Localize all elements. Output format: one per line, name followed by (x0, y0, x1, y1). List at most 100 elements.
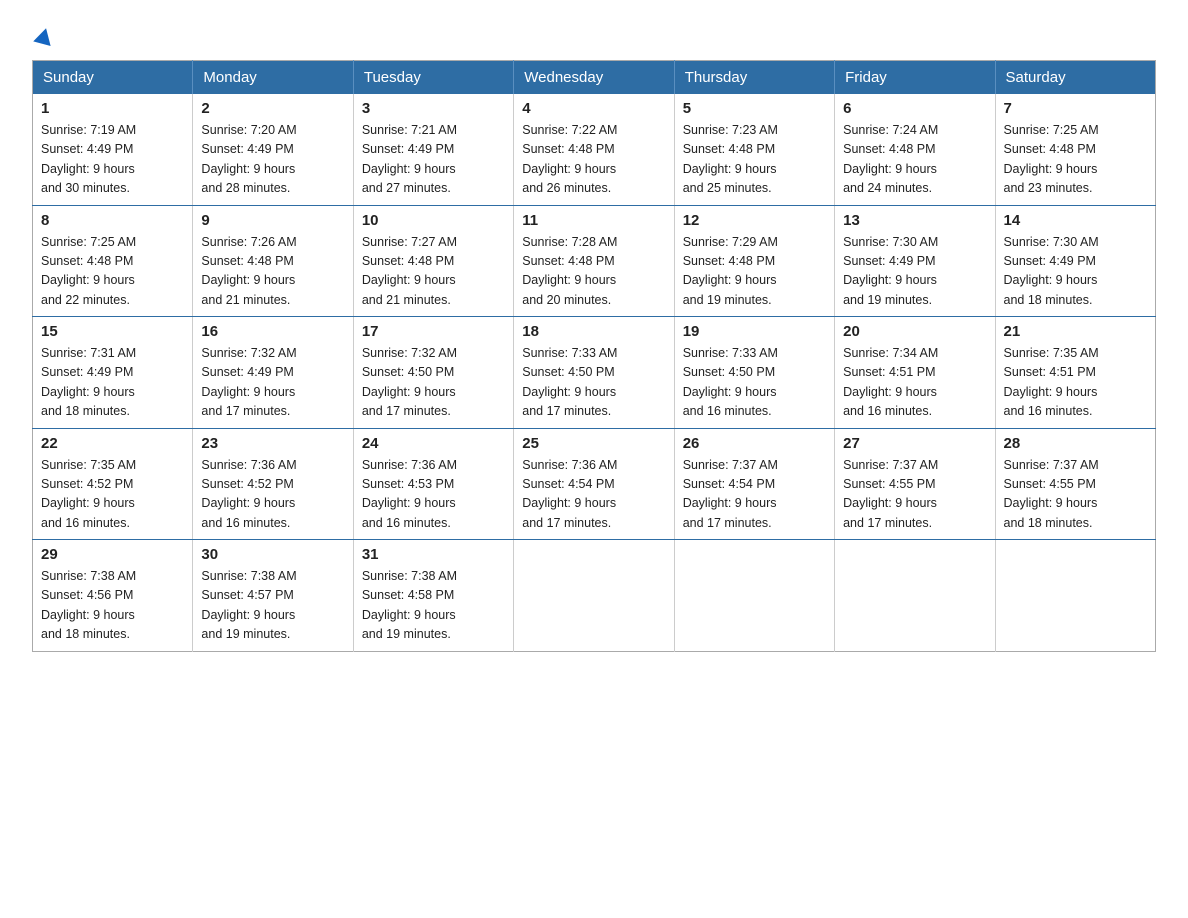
week-row-3: 15 Sunrise: 7:31 AM Sunset: 4:49 PM Dayl… (33, 317, 1156, 429)
day-number: 7 (1004, 100, 1147, 117)
day-cell: 14 Sunrise: 7:30 AM Sunset: 4:49 PM Dayl… (995, 205, 1155, 317)
header-wednesday: Wednesday (514, 61, 674, 95)
day-number: 26 (683, 435, 826, 452)
day-number: 31 (362, 546, 505, 563)
day-info: Sunrise: 7:32 AM Sunset: 4:50 PM Dayligh… (362, 344, 505, 422)
day-cell: 7 Sunrise: 7:25 AM Sunset: 4:48 PM Dayli… (995, 94, 1155, 205)
day-number: 14 (1004, 212, 1147, 229)
day-cell: 9 Sunrise: 7:26 AM Sunset: 4:48 PM Dayli… (193, 205, 353, 317)
day-cell: 26 Sunrise: 7:37 AM Sunset: 4:54 PM Dayl… (674, 428, 834, 540)
day-cell: 6 Sunrise: 7:24 AM Sunset: 4:48 PM Dayli… (835, 94, 995, 205)
day-info: Sunrise: 7:30 AM Sunset: 4:49 PM Dayligh… (1004, 233, 1147, 311)
day-info: Sunrise: 7:25 AM Sunset: 4:48 PM Dayligh… (1004, 121, 1147, 199)
day-number: 9 (201, 212, 344, 229)
day-number: 12 (683, 212, 826, 229)
day-info: Sunrise: 7:37 AM Sunset: 4:54 PM Dayligh… (683, 456, 826, 534)
logo (32, 28, 53, 44)
day-info: Sunrise: 7:20 AM Sunset: 4:49 PM Dayligh… (201, 121, 344, 199)
day-cell: 29 Sunrise: 7:38 AM Sunset: 4:56 PM Dayl… (33, 540, 193, 652)
header-saturday: Saturday (995, 61, 1155, 95)
day-info: Sunrise: 7:21 AM Sunset: 4:49 PM Dayligh… (362, 121, 505, 199)
header-thursday: Thursday (674, 61, 834, 95)
day-cell: 30 Sunrise: 7:38 AM Sunset: 4:57 PM Dayl… (193, 540, 353, 652)
day-number: 3 (362, 100, 505, 117)
day-info: Sunrise: 7:24 AM Sunset: 4:48 PM Dayligh… (843, 121, 986, 199)
day-number: 6 (843, 100, 986, 117)
day-info: Sunrise: 7:25 AM Sunset: 4:48 PM Dayligh… (41, 233, 184, 311)
day-cell (674, 540, 834, 652)
day-info: Sunrise: 7:35 AM Sunset: 4:51 PM Dayligh… (1004, 344, 1147, 422)
day-cell: 3 Sunrise: 7:21 AM Sunset: 4:49 PM Dayli… (353, 94, 513, 205)
week-row-4: 22 Sunrise: 7:35 AM Sunset: 4:52 PM Dayl… (33, 428, 1156, 540)
day-cell (835, 540, 995, 652)
day-info: Sunrise: 7:26 AM Sunset: 4:48 PM Dayligh… (201, 233, 344, 311)
day-cell: 5 Sunrise: 7:23 AM Sunset: 4:48 PM Dayli… (674, 94, 834, 205)
day-number: 10 (362, 212, 505, 229)
page-header (32, 24, 1156, 44)
day-number: 13 (843, 212, 986, 229)
day-number: 20 (843, 323, 986, 340)
day-number: 23 (201, 435, 344, 452)
day-info: Sunrise: 7:38 AM Sunset: 4:57 PM Dayligh… (201, 567, 344, 645)
day-info: Sunrise: 7:23 AM Sunset: 4:48 PM Dayligh… (683, 121, 826, 199)
day-cell: 12 Sunrise: 7:29 AM Sunset: 4:48 PM Dayl… (674, 205, 834, 317)
day-cell: 2 Sunrise: 7:20 AM Sunset: 4:49 PM Dayli… (193, 94, 353, 205)
day-number: 30 (201, 546, 344, 563)
day-cell: 16 Sunrise: 7:32 AM Sunset: 4:49 PM Dayl… (193, 317, 353, 429)
day-number: 18 (522, 323, 665, 340)
day-number: 22 (41, 435, 184, 452)
day-cell: 18 Sunrise: 7:33 AM Sunset: 4:50 PM Dayl… (514, 317, 674, 429)
day-number: 29 (41, 546, 184, 563)
day-info: Sunrise: 7:30 AM Sunset: 4:49 PM Dayligh… (843, 233, 986, 311)
day-info: Sunrise: 7:29 AM Sunset: 4:48 PM Dayligh… (683, 233, 826, 311)
day-number: 19 (683, 323, 826, 340)
day-info: Sunrise: 7:34 AM Sunset: 4:51 PM Dayligh… (843, 344, 986, 422)
day-cell: 27 Sunrise: 7:37 AM Sunset: 4:55 PM Dayl… (835, 428, 995, 540)
calendar-table: Sunday Monday Tuesday Wednesday Thursday… (32, 60, 1156, 652)
day-info: Sunrise: 7:36 AM Sunset: 4:52 PM Dayligh… (201, 456, 344, 534)
day-number: 8 (41, 212, 184, 229)
day-info: Sunrise: 7:27 AM Sunset: 4:48 PM Dayligh… (362, 233, 505, 311)
day-info: Sunrise: 7:28 AM Sunset: 4:48 PM Dayligh… (522, 233, 665, 311)
week-row-5: 29 Sunrise: 7:38 AM Sunset: 4:56 PM Dayl… (33, 540, 1156, 652)
weekday-header-row: Sunday Monday Tuesday Wednesday Thursday… (33, 61, 1156, 95)
day-cell: 23 Sunrise: 7:36 AM Sunset: 4:52 PM Dayl… (193, 428, 353, 540)
day-cell: 17 Sunrise: 7:32 AM Sunset: 4:50 PM Dayl… (353, 317, 513, 429)
day-number: 1 (41, 100, 184, 117)
day-info: Sunrise: 7:19 AM Sunset: 4:49 PM Dayligh… (41, 121, 184, 199)
day-cell: 1 Sunrise: 7:19 AM Sunset: 4:49 PM Dayli… (33, 94, 193, 205)
day-number: 21 (1004, 323, 1147, 340)
header-sunday: Sunday (33, 61, 193, 95)
day-cell: 25 Sunrise: 7:36 AM Sunset: 4:54 PM Dayl… (514, 428, 674, 540)
day-info: Sunrise: 7:37 AM Sunset: 4:55 PM Dayligh… (1004, 456, 1147, 534)
week-row-1: 1 Sunrise: 7:19 AM Sunset: 4:49 PM Dayli… (33, 94, 1156, 205)
header-tuesday: Tuesday (353, 61, 513, 95)
day-info: Sunrise: 7:32 AM Sunset: 4:49 PM Dayligh… (201, 344, 344, 422)
day-info: Sunrise: 7:36 AM Sunset: 4:53 PM Dayligh… (362, 456, 505, 534)
day-info: Sunrise: 7:35 AM Sunset: 4:52 PM Dayligh… (41, 456, 184, 534)
day-cell (995, 540, 1155, 652)
day-cell: 4 Sunrise: 7:22 AM Sunset: 4:48 PM Dayli… (514, 94, 674, 205)
day-cell: 8 Sunrise: 7:25 AM Sunset: 4:48 PM Dayli… (33, 205, 193, 317)
day-cell: 22 Sunrise: 7:35 AM Sunset: 4:52 PM Dayl… (33, 428, 193, 540)
day-info: Sunrise: 7:33 AM Sunset: 4:50 PM Dayligh… (522, 344, 665, 422)
day-cell: 20 Sunrise: 7:34 AM Sunset: 4:51 PM Dayl… (835, 317, 995, 429)
day-number: 4 (522, 100, 665, 117)
day-cell: 11 Sunrise: 7:28 AM Sunset: 4:48 PM Dayl… (514, 205, 674, 317)
header-monday: Monday (193, 61, 353, 95)
day-number: 5 (683, 100, 826, 117)
day-cell: 28 Sunrise: 7:37 AM Sunset: 4:55 PM Dayl… (995, 428, 1155, 540)
logo-triangle-icon (33, 26, 55, 46)
logo-line1 (32, 28, 53, 46)
day-info: Sunrise: 7:36 AM Sunset: 4:54 PM Dayligh… (522, 456, 665, 534)
week-row-2: 8 Sunrise: 7:25 AM Sunset: 4:48 PM Dayli… (33, 205, 1156, 317)
day-number: 27 (843, 435, 986, 452)
day-cell: 31 Sunrise: 7:38 AM Sunset: 4:58 PM Dayl… (353, 540, 513, 652)
day-cell: 21 Sunrise: 7:35 AM Sunset: 4:51 PM Dayl… (995, 317, 1155, 429)
day-info: Sunrise: 7:22 AM Sunset: 4:48 PM Dayligh… (522, 121, 665, 199)
day-info: Sunrise: 7:38 AM Sunset: 4:58 PM Dayligh… (362, 567, 505, 645)
day-number: 28 (1004, 435, 1147, 452)
day-info: Sunrise: 7:37 AM Sunset: 4:55 PM Dayligh… (843, 456, 986, 534)
day-cell: 19 Sunrise: 7:33 AM Sunset: 4:50 PM Dayl… (674, 317, 834, 429)
day-cell: 15 Sunrise: 7:31 AM Sunset: 4:49 PM Dayl… (33, 317, 193, 429)
